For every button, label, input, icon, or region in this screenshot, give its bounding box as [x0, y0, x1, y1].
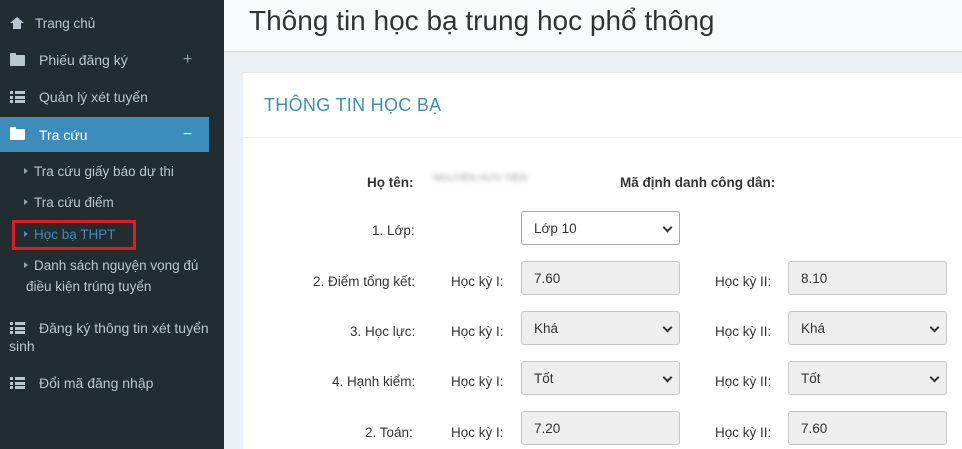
sidebar-item-label: Trang chủ — [35, 15, 96, 31]
box-title: THÔNG TIN HỌC BẠ — [264, 95, 442, 115]
sidebar-item-home[interactable]: Trang chủ — [0, 13, 224, 33]
expand-plus-icon[interactable]: + — [183, 51, 192, 69]
math-sem1-field[interactable]: 7.20 — [521, 411, 680, 445]
sidebar-subitem-eligible-wishes[interactable]: Danh sách nguyện vọng đủ — [24, 258, 198, 273]
sidebar-item-label: Tra cứu — [39, 126, 88, 143]
semester1-label: Học kỳ I: — [451, 425, 504, 440]
class-label: 1. Lớp: — [372, 223, 415, 238]
class-select[interactable]: Lớp 10 — [521, 211, 680, 245]
sidebar-item-change-password[interactable]: Đổi mã đăng nhập — [0, 373, 224, 393]
semester1-label: Học kỳ I: — [451, 324, 504, 339]
semester2-label: Học kỳ II: — [715, 425, 772, 440]
sidebar-item-label: Phiếu đăng ký — [39, 52, 128, 68]
transcript-box: THÔNG TIN HỌC BẠ Họ tên: NGUYỄN HỮU TIẾN… — [243, 72, 962, 449]
list-icon — [9, 376, 25, 390]
collapse-minus-icon[interactable]: − — [183, 126, 192, 144]
semester1-label: Học kỳ I: — [451, 374, 504, 389]
highlight-box — [12, 220, 136, 250]
semester1-label: Học kỳ I: — [451, 274, 504, 289]
total-score-sem2-field[interactable]: 8.10 — [788, 261, 947, 295]
semester2-label: Học kỳ II: — [715, 374, 772, 389]
citizen-id-label: Mã định danh công dân: — [620, 175, 776, 190]
list-icon — [9, 90, 25, 104]
sidebar-item-label: Quản lý xét tuyển — [39, 89, 148, 105]
page-title: Thông tin học bạ trung học phổ thông — [249, 5, 715, 36]
chevron-down-icon — [929, 322, 940, 333]
semester2-label: Học kỳ II: — [715, 324, 772, 339]
conduct-label: 4. Hạnh kiểm: — [332, 374, 416, 389]
sidebar-item-label: Đổi mã đăng nhập — [39, 375, 154, 391]
sidebar-item-register-info[interactable]: Đăng ký thông tin xét tuyển — [0, 318, 224, 338]
total-score-sem1-field[interactable]: 7.60 — [521, 261, 680, 295]
folder-open-icon — [9, 127, 25, 142]
sidebar-subitem-score-lookup[interactable]: Tra cứu điểm — [24, 195, 114, 210]
academic-rank-sem2-select[interactable]: Khá — [788, 311, 947, 345]
name-value: NGUYỄN HỮU TIẾN — [433, 173, 527, 184]
conduct-sem1-select[interactable]: Tốt — [521, 361, 680, 395]
academic-rank-sem1-select[interactable]: Khá — [521, 311, 680, 345]
sidebar-item-label: Đăng ký thông tin xét tuyển — [39, 320, 209, 336]
sidebar-item-lookup[interactable]: Tra cứu − — [0, 117, 209, 152]
sidebar-subitem-label-line2: điều kiện trúng tuyển — [26, 279, 152, 294]
name-label: Họ tên: — [367, 175, 414, 190]
sidebar: Trang chủ Phiếu đăng ký + Quản lý xét tu… — [0, 0, 224, 449]
total-score-label: 2. Điểm tổng kết: — [313, 274, 416, 289]
chevron-down-icon — [662, 222, 673, 233]
content-header: Thông tin học bạ trung học phổ thông — [224, 0, 962, 52]
home-icon — [9, 16, 25, 30]
list-icon — [9, 321, 25, 335]
conduct-sem2-select[interactable]: Tốt — [788, 361, 947, 395]
sidebar-item-registration-form[interactable]: Phiếu đăng ký + — [0, 50, 224, 70]
sidebar-item-admission-management[interactable]: Quản lý xét tuyển — [0, 87, 224, 107]
math-sem2-field[interactable]: 7.60 — [788, 411, 947, 445]
caret-right-icon — [24, 199, 28, 206]
academic-rank-label: 3. Học lực: — [350, 324, 416, 339]
box-header: THÔNG TIN HỌC BẠ — [243, 73, 962, 138]
sidebar-subitem-exam-notice[interactable]: Tra cứu giấy báo dự thi — [24, 164, 174, 179]
semester2-label: Học kỳ II: — [715, 274, 772, 289]
chevron-down-icon — [662, 322, 673, 333]
folder-icon — [9, 52, 25, 67]
caret-right-icon — [24, 168, 28, 175]
chevron-down-icon — [929, 372, 940, 383]
caret-right-icon — [24, 262, 28, 269]
chevron-down-icon — [662, 372, 673, 383]
math-label: 2. Toán: — [365, 425, 413, 440]
sidebar-item-label-line2: sinh — [9, 338, 35, 354]
